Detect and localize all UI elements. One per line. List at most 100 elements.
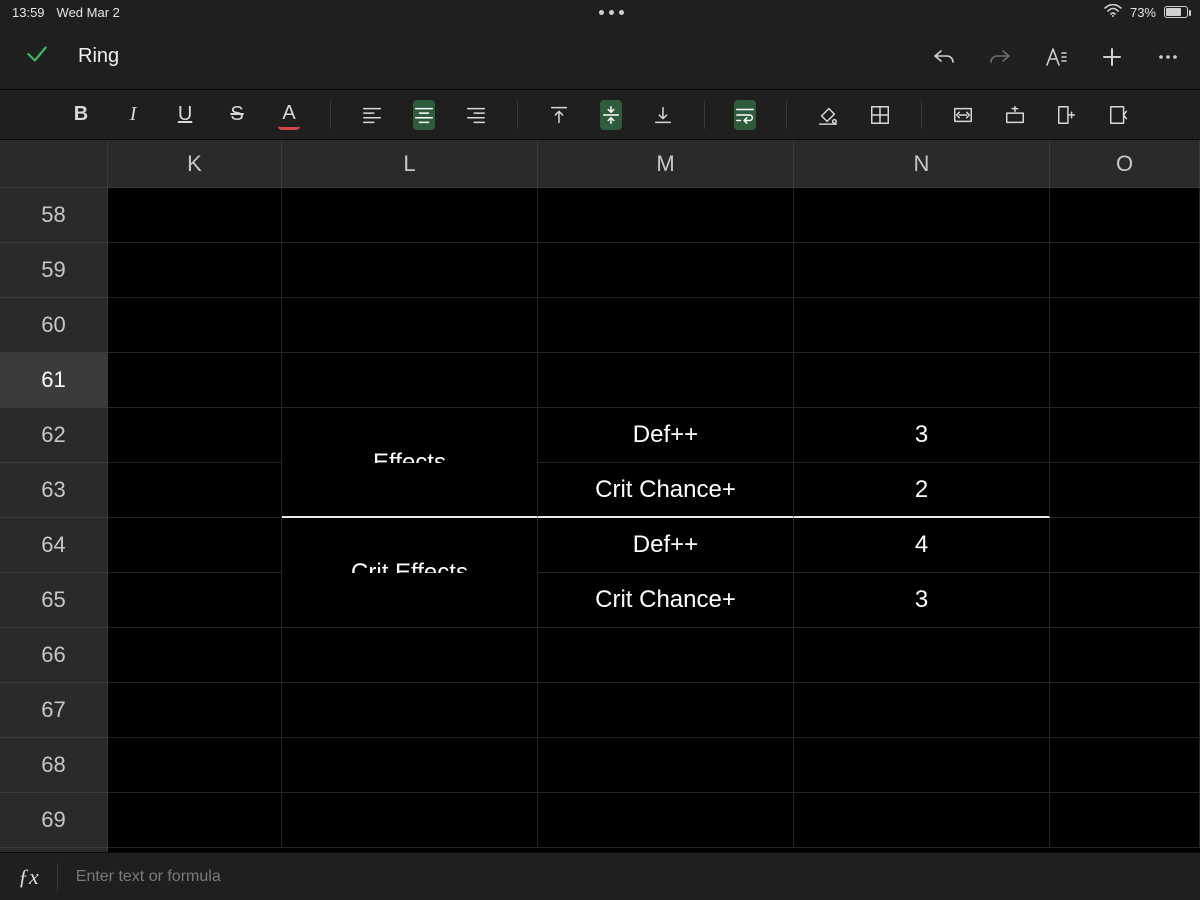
cell-O59[interactable] (1050, 243, 1200, 298)
cell-O58[interactable] (1050, 188, 1200, 243)
redo-icon[interactable] (988, 45, 1012, 69)
spreadsheet-grid[interactable]: K L M N O 585960616263646566676869 Effec… (0, 140, 1200, 852)
cell-L65[interactable] (282, 573, 538, 628)
cell-L63[interactable] (282, 463, 538, 518)
row-header-65[interactable]: 65 (0, 573, 107, 628)
row-header-58[interactable]: 58 (0, 188, 107, 243)
add-icon[interactable] (1100, 45, 1124, 69)
cell-M59[interactable] (538, 243, 794, 298)
cell-M67[interactable] (538, 683, 794, 738)
cell-L61[interactable] (282, 353, 538, 408)
align-center-button[interactable] (413, 100, 435, 130)
cell-K62[interactable] (108, 408, 282, 463)
cell-L67[interactable] (282, 683, 538, 738)
column-headers[interactable]: K L M N O (0, 140, 1200, 188)
valign-middle-button[interactable] (600, 100, 622, 130)
italic-button[interactable]: I (122, 100, 144, 130)
row-header-62[interactable]: 62 (0, 408, 107, 463)
undo-icon[interactable] (932, 45, 956, 69)
more-icon[interactable] (1156, 45, 1180, 69)
cell-L64[interactable]: Crit Effects (282, 518, 538, 573)
cell-L62[interactable]: Effects (282, 408, 538, 463)
wrap-text-button[interactable] (734, 100, 756, 130)
cell-N68[interactable] (794, 738, 1050, 793)
cell-K69[interactable] (108, 793, 282, 848)
cell-M58[interactable] (538, 188, 794, 243)
cell-K58[interactable] (108, 188, 282, 243)
row-headers[interactable]: 585960616263646566676869 (0, 188, 108, 852)
cell-K59[interactable] (108, 243, 282, 298)
row-header-69[interactable]: 69 (0, 793, 107, 848)
strikethrough-button[interactable]: S (226, 100, 248, 130)
fx-icon[interactable]: ƒx (18, 864, 39, 890)
fill-color-button[interactable] (817, 100, 839, 130)
valign-top-button[interactable] (548, 100, 570, 130)
cell-L66[interactable] (282, 628, 538, 683)
cell-M69[interactable] (538, 793, 794, 848)
borders-button[interactable] (869, 100, 891, 130)
cell-N64[interactable]: 4 (794, 518, 1050, 573)
cell-L68[interactable] (282, 738, 538, 793)
valign-bottom-button[interactable] (652, 100, 674, 130)
document-title[interactable]: Ring (78, 45, 119, 68)
cell-K63[interactable] (108, 463, 282, 518)
cell-N59[interactable] (794, 243, 1050, 298)
cell-O61[interactable] (1050, 353, 1200, 408)
text-color-button[interactable]: A (278, 100, 300, 130)
cell-O62[interactable] (1050, 408, 1200, 463)
cell-M62[interactable]: Def++ (538, 408, 794, 463)
cell-N63[interactable]: 2 (794, 463, 1050, 518)
insert-cell-button[interactable] (1108, 100, 1130, 130)
cell-N66[interactable] (794, 628, 1050, 683)
accept-check-icon[interactable] (24, 41, 50, 73)
row-header-67[interactable]: 67 (0, 683, 107, 738)
cell-M65[interactable]: Crit Chance+ (538, 573, 794, 628)
cell-O64[interactable] (1050, 518, 1200, 573)
row-header-60[interactable]: 60 (0, 298, 107, 353)
cell-N65[interactable]: 3 (794, 573, 1050, 628)
cell-N62[interactable]: 3 (794, 408, 1050, 463)
cell-K60[interactable] (108, 298, 282, 353)
cell-K68[interactable] (108, 738, 282, 793)
select-all-corner[interactable] (0, 140, 108, 187)
cell-K65[interactable] (108, 573, 282, 628)
cell-N61[interactable] (794, 353, 1050, 408)
col-header-K[interactable]: K (108, 140, 282, 187)
row-header-68[interactable]: 68 (0, 738, 107, 793)
row-header-63[interactable]: 63 (0, 463, 107, 518)
cell-K66[interactable] (108, 628, 282, 683)
row-header-59[interactable]: 59 (0, 243, 107, 298)
cell-L59[interactable] (282, 243, 538, 298)
multitask-dots-icon[interactable] (599, 10, 624, 15)
cell-L60[interactable] (282, 298, 538, 353)
cells-area[interactable]: EffectsDef++3Crit Chance+2Crit EffectsDe… (108, 188, 1200, 852)
insert-column-button[interactable] (1056, 100, 1078, 130)
cell-M66[interactable] (538, 628, 794, 683)
cell-M68[interactable] (538, 738, 794, 793)
cell-M60[interactable] (538, 298, 794, 353)
font-options-icon[interactable] (1044, 45, 1068, 69)
col-header-M[interactable]: M (538, 140, 794, 187)
cell-O65[interactable] (1050, 573, 1200, 628)
cell-K61[interactable] (108, 353, 282, 408)
formula-input[interactable] (76, 861, 1182, 893)
cell-N58[interactable] (794, 188, 1050, 243)
cell-N60[interactable] (794, 298, 1050, 353)
insert-row-button[interactable] (1004, 100, 1026, 130)
cell-K64[interactable] (108, 518, 282, 573)
cell-M63[interactable]: Crit Chance+ (538, 463, 794, 518)
cell-L69[interactable] (282, 793, 538, 848)
cell-O66[interactable] (1050, 628, 1200, 683)
cell-N67[interactable] (794, 683, 1050, 738)
underline-button[interactable]: U (174, 100, 196, 130)
col-header-L[interactable]: L (282, 140, 538, 187)
row-header-61[interactable]: 61 (0, 353, 107, 408)
cell-K67[interactable] (108, 683, 282, 738)
row-header-66[interactable]: 66 (0, 628, 107, 683)
cell-O69[interactable] (1050, 793, 1200, 848)
cell-O67[interactable] (1050, 683, 1200, 738)
cell-M64[interactable]: Def++ (538, 518, 794, 573)
cell-L58[interactable] (282, 188, 538, 243)
align-left-button[interactable] (361, 100, 383, 130)
cell-N69[interactable] (794, 793, 1050, 848)
